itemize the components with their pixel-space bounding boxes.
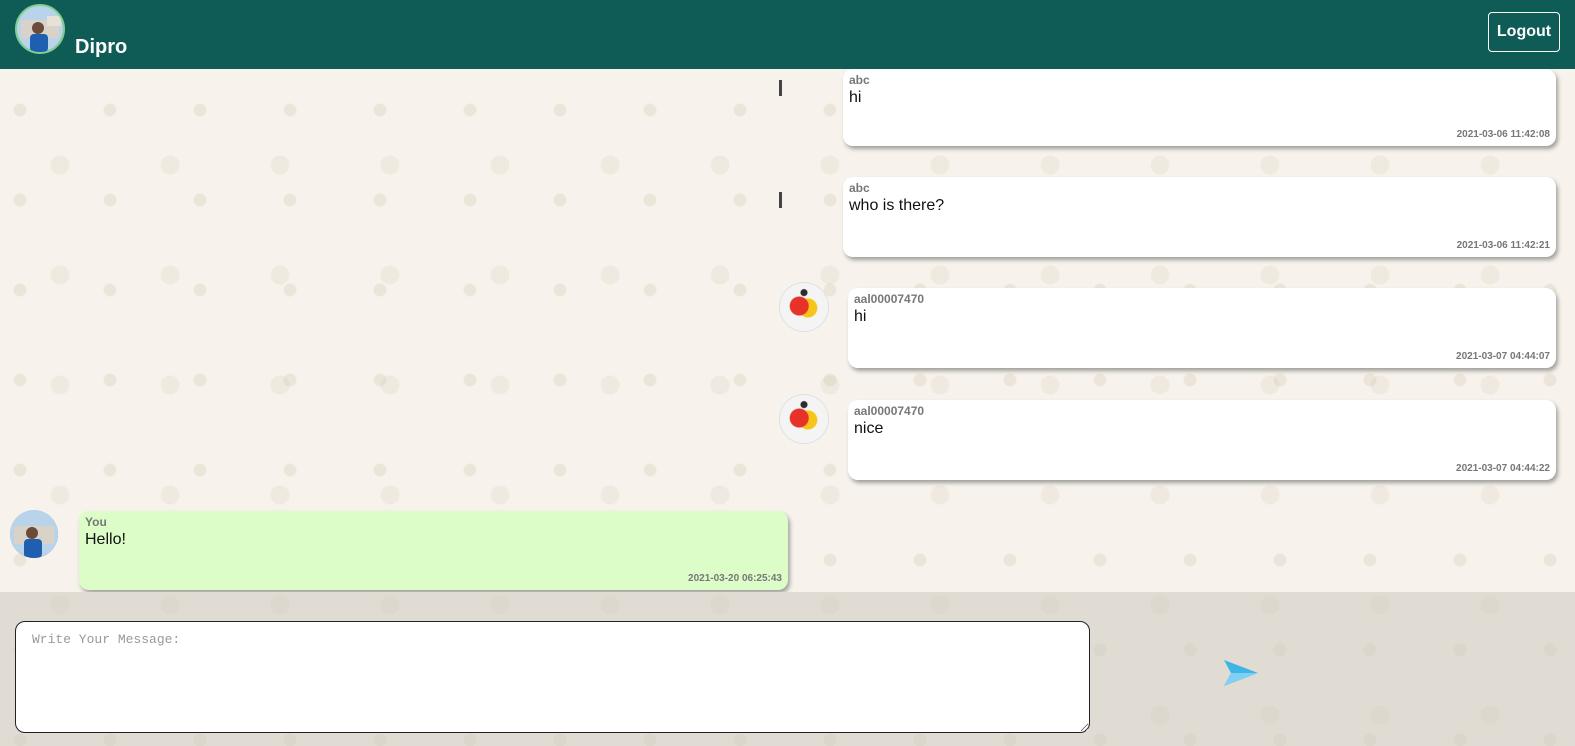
message-timestamp: 2021-03-06 11:42:08 <box>1456 129 1550 140</box>
message-text: hi <box>854 308 867 325</box>
chat-message-incoming: aal00007470 nice 2021-03-07 04:44:22 <box>848 400 1556 480</box>
message-text: Hello! <box>85 531 126 548</box>
message-sender: aal00007470 <box>854 404 925 418</box>
message-sender: abc <box>849 73 870 87</box>
chat-message-outgoing: You Hello! 2021-03-20 06:25:43 <box>79 511 788 590</box>
message-sender: aal00007470 <box>854 292 925 306</box>
message-composer <box>0 592 1575 746</box>
message-timestamp: 2021-03-06 11:42:21 <box>1456 240 1550 251</box>
send-button[interactable] <box>1222 658 1260 688</box>
message-input[interactable] <box>15 621 1090 733</box>
broken-avatar-placeholder <box>779 80 782 96</box>
chat-message-incoming: aal00007470 hi 2021-03-07 04:44:07 <box>848 288 1556 368</box>
top-navbar: Dipro Logout <box>0 0 1575 69</box>
sender-avatar <box>779 394 829 444</box>
sender-avatar <box>779 282 829 332</box>
message-text: hi <box>849 89 862 106</box>
chat-message-incoming: abc hi 2021-03-06 11:42:08 <box>843 69 1556 146</box>
chat-message-list[interactable]: abc hi 2021-03-06 11:42:08 abc who is th… <box>0 69 1575 592</box>
current-user-avatar <box>15 4 65 54</box>
message-sender: abc <box>849 181 870 195</box>
message-text: nice <box>854 420 884 437</box>
message-timestamp: 2021-03-20 06:25:43 <box>688 573 782 584</box>
message-timestamp: 2021-03-07 04:44:22 <box>1456 463 1550 474</box>
broken-avatar-placeholder <box>779 192 782 208</box>
message-sender: You <box>85 515 107 529</box>
message-text: who is there? <box>849 197 945 214</box>
message-timestamp: 2021-03-07 04:44:07 <box>1456 351 1550 362</box>
logout-button[interactable]: Logout <box>1488 12 1560 52</box>
current-user-name: Dipro <box>75 36 128 58</box>
chat-message-incoming: abc who is there? 2021-03-06 11:42:21 <box>843 177 1556 257</box>
own-avatar <box>10 510 58 558</box>
send-icon <box>1224 660 1258 686</box>
